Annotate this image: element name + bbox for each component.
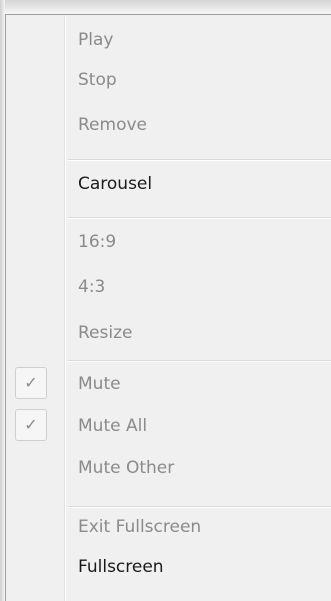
menu-item-play[interactable]: Play bbox=[78, 23, 113, 57]
menu-item-carousel[interactable]: Carousel bbox=[78, 167, 152, 201]
gutter-divider-highlight bbox=[65, 15, 66, 601]
menu-item-4-3[interactable]: 4:3 bbox=[78, 270, 105, 304]
menu-item-stop[interactable]: Stop bbox=[78, 63, 117, 97]
menu-shadow-top bbox=[0, 0, 331, 14]
menu-separator-highlight bbox=[68, 361, 331, 362]
menu-item-resize[interactable]: Resize bbox=[78, 316, 132, 350]
menu-icon-gutter bbox=[6, 15, 64, 601]
menu-item-16-9[interactable]: 16:9 bbox=[78, 225, 116, 259]
context-menu: Play Stop Remove Carousel 16:9 4:3 Resiz… bbox=[0, 0, 331, 601]
menu-item-remove[interactable]: Remove bbox=[78, 108, 147, 142]
menu-separator-highlight bbox=[68, 160, 331, 161]
menu-item-mute-all[interactable]: Mute All bbox=[78, 409, 147, 443]
mute-all-check-icon: ✓ bbox=[15, 409, 47, 441]
menu-item-exit-fullscreen[interactable]: Exit Fullscreen bbox=[78, 510, 201, 544]
menu-item-mute[interactable]: Mute bbox=[78, 367, 121, 401]
mute-check-icon: ✓ bbox=[15, 367, 47, 399]
menu-separator-highlight bbox=[68, 507, 331, 508]
menu-item-mute-other[interactable]: Mute Other bbox=[78, 451, 174, 485]
menu-item-fullscreen[interactable]: Fullscreen bbox=[78, 550, 164, 584]
menu-separator-highlight bbox=[68, 218, 331, 219]
